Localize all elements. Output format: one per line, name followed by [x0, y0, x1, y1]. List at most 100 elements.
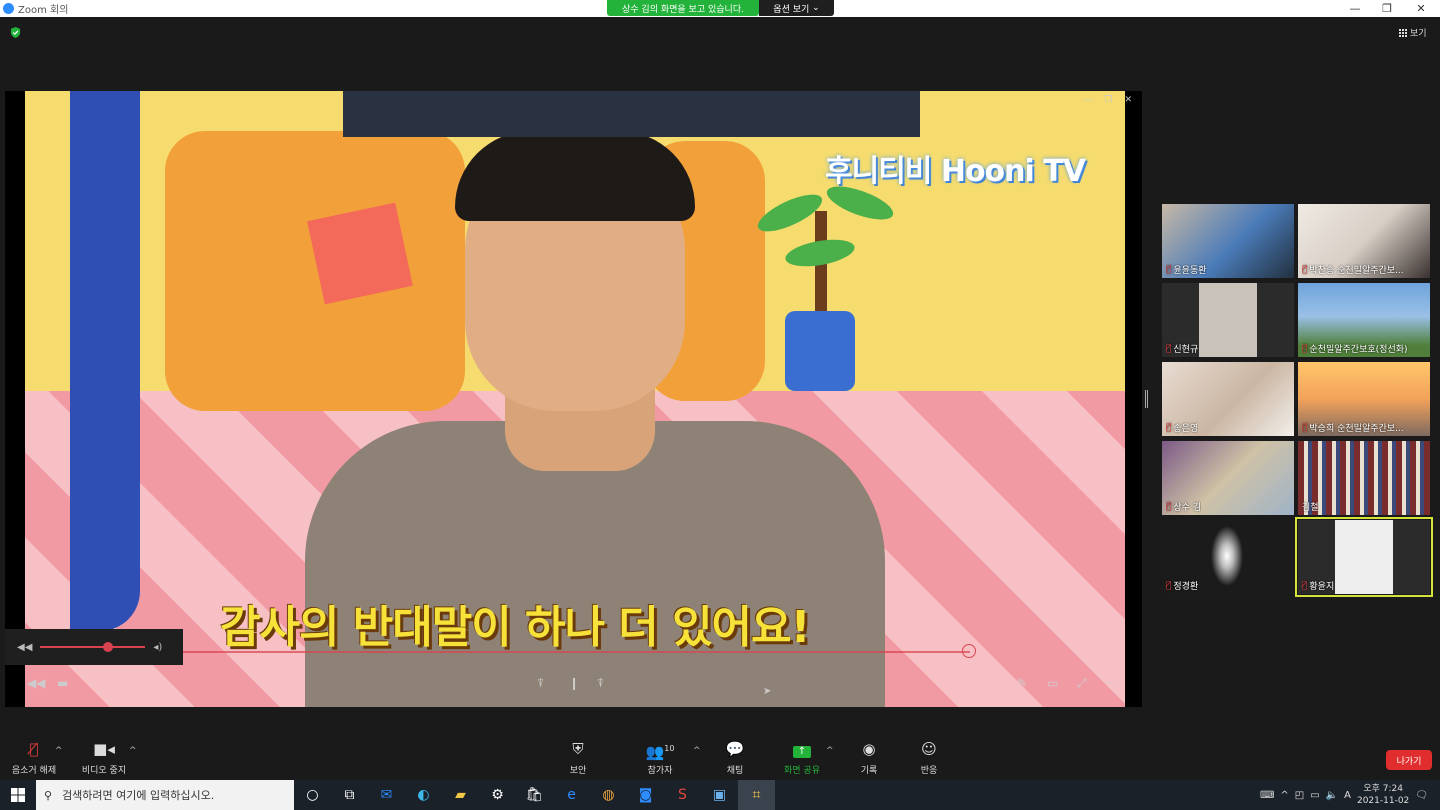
participant-name: 🎙̸ 송은영: [1166, 421, 1199, 435]
participant-name: 🎙̸ 황윤지: [1302, 579, 1335, 593]
seek-bar[interactable]: [180, 651, 970, 653]
participant-name: 🎙̸ 신현규: [1166, 342, 1198, 356]
encryption-shield-icon[interactable]: [10, 27, 21, 38]
tray-expand-icon[interactable]: ^: [1280, 790, 1288, 801]
share-options-caret[interactable]: ^: [826, 746, 834, 756]
volume-icon[interactable]: ◀◀: [17, 642, 32, 653]
pen-icon[interactable]: ✎: [1017, 676, 1027, 690]
participant-tile[interactable]: 🎙̸ 상수 김: [1162, 441, 1294, 515]
participant-name-text: 김철: [1302, 503, 1319, 513]
maximize-button[interactable]: ❐: [1370, 0, 1404, 17]
volume-knob[interactable]: [103, 642, 114, 652]
participants-options-caret[interactable]: ^: [693, 746, 701, 756]
participant-tile-active-speaker[interactable]: 🎙̸ 황윤지: [1295, 517, 1433, 597]
grid-icon: [1398, 28, 1407, 37]
cortana-icon[interactable]: ○: [294, 780, 331, 810]
zoom-taskbar-icon[interactable]: ◙: [627, 780, 664, 810]
participants-button[interactable]: 👥10 참가자: [640, 738, 680, 776]
record-icon: ◉: [862, 740, 876, 758]
player-minimize-icon[interactable]: —: [1083, 95, 1092, 105]
task-view-icon[interactable]: ⧉: [331, 780, 368, 810]
mic-muted-icon: 🎙̸: [1302, 343, 1308, 354]
playlist-icon[interactable]: ▬: [57, 676, 68, 690]
participant-name: 🎙̸ 박승희 순천밀알주간보...: [1302, 421, 1404, 435]
ime-indicator[interactable]: A: [1344, 790, 1351, 801]
share-screen-button[interactable]: ↑ 화면 공유: [780, 738, 824, 776]
volume-slider[interactable]: [40, 642, 146, 652]
chat-button[interactable]: 💬 채팅: [720, 738, 750, 776]
next-icon[interactable]: ⍒: [597, 676, 604, 691]
scene-plant-pot: [785, 311, 855, 391]
participant-tile[interactable]: 🎙̸ 박찬송 순천밀알주간보...: [1298, 204, 1430, 278]
participant-tile[interactable]: 🎙̸ 윤윤동환: [1162, 204, 1294, 278]
more-icon[interactable]: ···: [1105, 676, 1116, 690]
security-button[interactable]: ⛨ 보안: [560, 738, 596, 776]
seek-knob[interactable]: [962, 644, 976, 658]
camera-icon[interactable]: ◰: [1295, 790, 1304, 801]
windows-start-button[interactable]: [0, 780, 36, 810]
participant-name-text: 순천밀알주간보호(정선화): [1309, 345, 1408, 355]
mic-muted-icon: 🎙̸: [1166, 580, 1172, 591]
minimize-button[interactable]: —: [1338, 0, 1372, 17]
video-options-caret[interactable]: ^: [129, 746, 137, 756]
zoom-app-icon: [3, 3, 14, 14]
store-icon[interactable]: 🛍: [516, 780, 553, 810]
mic-muted-icon: 🎙̸: [1166, 501, 1172, 512]
participant-tile[interactable]: 🎙̸ 정경환: [1162, 520, 1294, 594]
windows-logo-icon: [11, 788, 25, 802]
panel-splitter[interactable]: [1145, 390, 1148, 408]
player-close-icon[interactable]: ✕: [1124, 95, 1132, 105]
participant-tile[interactable]: 🎙̸ 박승희 순천밀알주간보...: [1298, 362, 1430, 436]
keyboard-icon[interactable]: ⌨: [1260, 790, 1274, 801]
unmute-button[interactable]: 🎙̸ 음소거 해제: [8, 738, 60, 776]
scene-sofa: [165, 131, 465, 411]
pause-icon[interactable]: ❙: [569, 676, 579, 690]
minimize-icon: —: [1349, 2, 1361, 15]
snipping-tool-icon[interactable]: ⌗: [738, 780, 775, 810]
shared-screen[interactable]: 후니티비 Hooni TV 감사의 반대말이 하나 더 있어요! ··/·· —…: [5, 91, 1142, 707]
participant-name-text: 송은영: [1173, 424, 1199, 434]
notification-icon[interactable]: 🗨: [1415, 790, 1428, 801]
leave-button[interactable]: 나가기: [1386, 750, 1432, 770]
participants-count: 10: [664, 744, 675, 753]
participants-icon: 👥10: [645, 743, 675, 761]
chrome-icon[interactable]: ◍: [590, 780, 627, 810]
view-options-button[interactable]: 옵션 보기 ⌄: [759, 0, 834, 16]
pip-icon[interactable]: ▭: [1047, 676, 1058, 690]
record-button[interactable]: ◉ 기록: [854, 738, 884, 776]
scene-curtain: [70, 91, 140, 631]
file-explorer-icon[interactable]: ▰: [442, 780, 479, 810]
app-s-icon[interactable]: S: [664, 780, 701, 810]
window-title: Zoom 회의: [18, 5, 69, 16]
edge-browser-icon[interactable]: ◐: [405, 780, 442, 810]
taskbar-clock[interactable]: 오후 7:24 2021-11-02: [1357, 783, 1409, 807]
close-window-button[interactable]: ✕: [1404, 0, 1438, 17]
chat-label: 채팅: [726, 766, 744, 776]
audio-options-caret[interactable]: ^: [55, 746, 63, 756]
scene-plant-stem: [815, 211, 827, 321]
reactions-button[interactable]: ☺ 반응: [914, 738, 944, 776]
participant-tile[interactable]: 🎙̸ 순천밀알주간보호(정선화): [1298, 283, 1430, 357]
network-icon[interactable]: ▭: [1310, 790, 1319, 801]
participant-name-text: 황윤지: [1309, 582, 1335, 592]
share-screen-label: 화면 공유: [784, 766, 820, 776]
participant-name: 🎙̸ 상수 김: [1166, 500, 1201, 514]
mail-icon[interactable]: ✉: [368, 780, 405, 810]
taskbar-search-input[interactable]: ⚲ 검색하려면 여기에 입력하십시오.: [36, 780, 294, 810]
internet-explorer-icon[interactable]: e: [553, 780, 590, 810]
player-restore-icon[interactable]: ❐: [1104, 95, 1112, 105]
participant-tile[interactable]: 🎙̸ 신현규: [1162, 283, 1294, 357]
participant-name: 🎙̸ 박찬송 순천밀알주간보...: [1302, 263, 1404, 277]
stop-video-button[interactable]: ■◂ 비디오 중지: [78, 738, 130, 776]
participant-tile[interactable]: 김철: [1298, 441, 1430, 515]
restore-icon: ❐: [1382, 2, 1392, 15]
document-app-icon[interactable]: ▣: [701, 780, 738, 810]
prev-icon[interactable]: ⍒: [537, 676, 544, 691]
rewind-icon[interactable]: ◀◀: [27, 676, 45, 690]
view-layout-button[interactable]: 보기: [1398, 26, 1427, 39]
volume-tray-icon[interactable]: 🔈: [1326, 790, 1338, 801]
participant-tile[interactable]: 🎙̸ 송은영: [1162, 362, 1294, 436]
mic-muted-icon: 🎙̸: [1302, 422, 1308, 433]
fullscreen-icon[interactable]: ⤢: [1077, 676, 1087, 691]
settings-gear-icon[interactable]: ⚙: [479, 780, 516, 810]
